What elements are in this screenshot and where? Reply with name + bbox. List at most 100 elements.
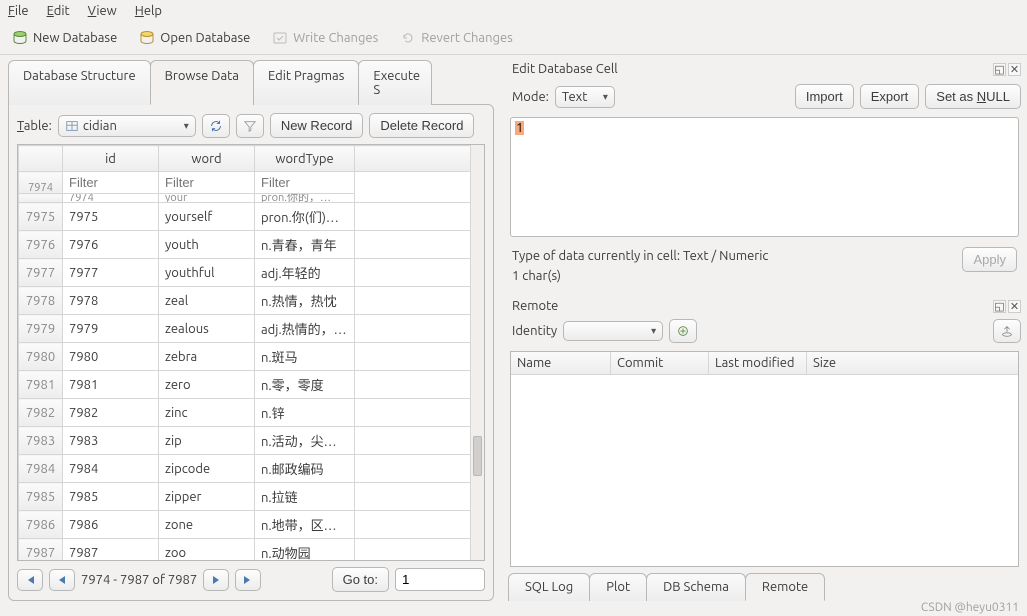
id-cell[interactable]: 7977 bbox=[63, 259, 159, 287]
pager-prev-button[interactable] bbox=[49, 569, 75, 591]
table-row[interactable]: 79827982zincn.锌 bbox=[19, 399, 484, 427]
wordtype-cell[interactable]: n.斑马 bbox=[255, 343, 355, 371]
column-header-word[interactable]: word bbox=[159, 146, 255, 172]
pager-first-button[interactable] bbox=[17, 569, 43, 591]
column-header-id[interactable]: id bbox=[63, 146, 159, 172]
wordtype-cell[interactable]: n.锌 bbox=[255, 399, 355, 427]
wordtype-cell[interactable]: n.零，零度 bbox=[255, 371, 355, 399]
delete-record-button[interactable]: Delete Record bbox=[369, 113, 474, 138]
id-cell[interactable]: 7975 bbox=[63, 203, 159, 231]
cell-content-editor[interactable]: 1 bbox=[510, 117, 1019, 237]
filter-wordtype[interactable] bbox=[255, 172, 354, 193]
remote-col-size[interactable]: Size bbox=[807, 352, 1018, 374]
menu-view[interactable]: View bbox=[88, 4, 117, 18]
id-cell[interactable]: 7984 bbox=[63, 455, 159, 483]
import-button[interactable]: Import bbox=[795, 84, 854, 109]
table-row[interactable]: 79857985zippern.拉链 bbox=[19, 483, 484, 511]
panel-close-icon[interactable]: ✕ bbox=[1008, 300, 1021, 313]
word-cell[interactable]: zebra bbox=[159, 343, 255, 371]
remote-col-lastmod[interactable]: Last modified bbox=[709, 352, 807, 374]
clear-filters-button[interactable] bbox=[236, 114, 264, 138]
panel-detach-icon[interactable]: ◱ bbox=[993, 300, 1006, 313]
id-cell[interactable]: 7981 bbox=[63, 371, 159, 399]
word-cell[interactable]: zoo bbox=[159, 539, 255, 562]
open-database-button[interactable]: Open Database bbox=[139, 30, 250, 46]
vertical-scrollbar[interactable] bbox=[470, 145, 484, 560]
refresh-button[interactable] bbox=[202, 114, 230, 138]
export-button[interactable]: Export bbox=[860, 84, 920, 109]
pager-next-button[interactable] bbox=[203, 569, 229, 591]
filter-word[interactable] bbox=[159, 172, 254, 193]
tab-remote[interactable]: Remote bbox=[745, 573, 825, 601]
id-cell[interactable]: 7987 bbox=[63, 539, 159, 562]
wordtype-cell[interactable]: n.动物园 bbox=[255, 539, 355, 562]
menu-edit[interactable]: Edit bbox=[47, 4, 70, 18]
word-cell[interactable]: yourself bbox=[159, 203, 255, 231]
wordtype-cell[interactable]: n.拉链 bbox=[255, 483, 355, 511]
identity-select[interactable]: ▾ bbox=[563, 321, 663, 341]
remote-col-name[interactable]: Name bbox=[511, 352, 611, 374]
menu-help[interactable]: Help bbox=[135, 4, 162, 18]
scrollbar-thumb[interactable] bbox=[473, 436, 482, 476]
tab-plot[interactable]: Plot bbox=[589, 573, 647, 601]
identity-add-button[interactable] bbox=[669, 319, 697, 343]
word-cell[interactable]: zipcode bbox=[159, 455, 255, 483]
table-row[interactable]: 79877987zoon.动物园 bbox=[19, 539, 484, 562]
table-row[interactable]: 79807980zebran.斑马 bbox=[19, 343, 484, 371]
word-cell[interactable]: zeal bbox=[159, 287, 255, 315]
filter-id[interactable] bbox=[63, 172, 158, 193]
word-cell[interactable]: zip bbox=[159, 427, 255, 455]
id-cell[interactable]: 7979 bbox=[63, 315, 159, 343]
remote-grid[interactable]: Name Commit Last modified Size bbox=[510, 351, 1019, 567]
tab-sql-log[interactable]: SQL Log bbox=[508, 573, 590, 601]
panel-detach-icon[interactable]: ◱ bbox=[993, 63, 1006, 76]
table-row[interactable]: 79837983zipn.活动，尖啸声 bbox=[19, 427, 484, 455]
wordtype-cell[interactable]: n.青春，青年 bbox=[255, 231, 355, 259]
id-cell[interactable]: 7976 bbox=[63, 231, 159, 259]
word-cell[interactable]: youthful bbox=[159, 259, 255, 287]
identity-push-button[interactable] bbox=[993, 319, 1021, 343]
id-cell[interactable]: 7985 bbox=[63, 483, 159, 511]
id-cell[interactable]: 7978 bbox=[63, 287, 159, 315]
word-cell[interactable]: youth bbox=[159, 231, 255, 259]
new-record-button[interactable]: New Record bbox=[270, 113, 364, 138]
wordtype-cell[interactable]: adj.热情的，… bbox=[255, 315, 355, 343]
word-cell[interactable]: zero bbox=[159, 371, 255, 399]
tab-db-schema[interactable]: DB Schema bbox=[646, 573, 746, 601]
table-select[interactable]: cidian ▾ bbox=[58, 115, 196, 137]
goto-input[interactable] bbox=[395, 568, 485, 591]
pager-last-button[interactable] bbox=[235, 569, 261, 591]
table-row[interactable]: 79787978zealn.热情，热忱 bbox=[19, 287, 484, 315]
menu-file[interactable]: File bbox=[8, 4, 29, 18]
set-null-button[interactable]: Set as NULL bbox=[925, 84, 1021, 109]
word-cell[interactable]: zone bbox=[159, 511, 255, 539]
mode-select[interactable]: Text ▾ bbox=[555, 86, 615, 108]
id-cell[interactable]: 7982 bbox=[63, 399, 159, 427]
id-cell[interactable]: 7980 bbox=[63, 343, 159, 371]
goto-button[interactable]: Go to: bbox=[332, 567, 389, 592]
tab-browse-data[interactable]: Browse Data bbox=[150, 60, 254, 105]
wordtype-cell[interactable]: pron.你(们)… bbox=[255, 203, 355, 231]
word-cell[interactable]: zipper bbox=[159, 483, 255, 511]
remote-col-commit[interactable]: Commit bbox=[611, 352, 709, 374]
tab-edit-pragmas[interactable]: Edit Pragmas bbox=[253, 60, 359, 105]
id-cell[interactable]: 7986 bbox=[63, 511, 159, 539]
rownum-header[interactable] bbox=[19, 146, 63, 172]
word-cell[interactable]: zinc bbox=[159, 399, 255, 427]
wordtype-cell[interactable]: adj.年轻的 bbox=[255, 259, 355, 287]
new-database-button[interactable]: New Database bbox=[12, 30, 117, 46]
tab-execute-sql[interactable]: Execute S bbox=[358, 60, 432, 105]
table-row[interactable]: 79777977youthfuladj.年轻的 bbox=[19, 259, 484, 287]
table-row[interactable]: 79867986zonen.地带，区域… bbox=[19, 511, 484, 539]
table-row[interactable]: 79757975yourselfpron.你(们)… bbox=[19, 203, 484, 231]
data-table[interactable]: id word wordType 7974 bbox=[18, 145, 484, 561]
table-row[interactable]: 79847984zipcoden.邮政编码 bbox=[19, 455, 484, 483]
panel-close-icon[interactable]: ✕ bbox=[1008, 63, 1021, 76]
table-row[interactable]: 79767976youthn.青春，青年 bbox=[19, 231, 484, 259]
id-cell[interactable]: 7983 bbox=[63, 427, 159, 455]
word-cell[interactable]: zealous bbox=[159, 315, 255, 343]
table-row[interactable]: 79797979zealousadj.热情的，… bbox=[19, 315, 484, 343]
tab-database-structure[interactable]: Database Structure bbox=[8, 60, 151, 105]
wordtype-cell[interactable]: n.地带，区域… bbox=[255, 511, 355, 539]
table-row[interactable]: 79817981zeron.零，零度 bbox=[19, 371, 484, 399]
